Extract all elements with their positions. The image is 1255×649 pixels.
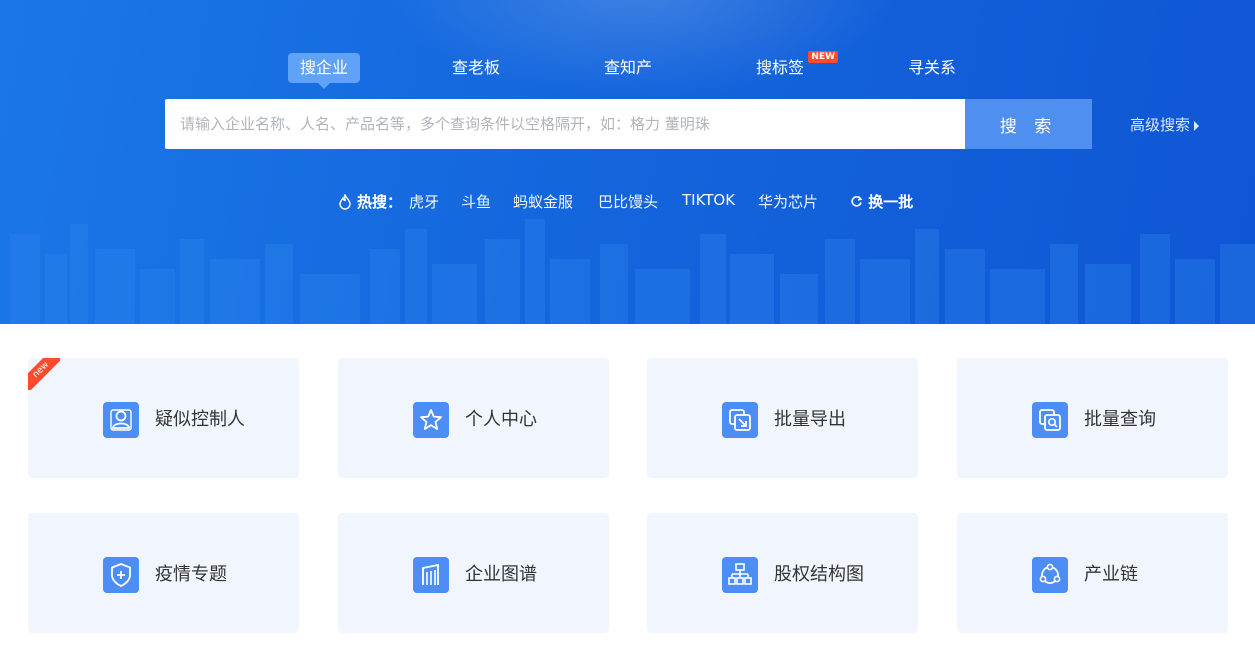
search-category-tabs: 搜企业 查老板 查知产 搜标签 NEW 寻关系 bbox=[0, 51, 1255, 89]
hero-glow bbox=[380, 0, 900, 100]
feature-label: 企业图谱 bbox=[465, 564, 537, 585]
hero-banner: 搜企业 查老板 查知产 搜标签 NEW 寻关系 搜 索 高级搜索 热搜： 虎牙 … bbox=[0, 0, 1255, 324]
fire-icon bbox=[339, 194, 351, 210]
feature-label: 疑似控制人 bbox=[155, 409, 245, 430]
feature-card-equity-structure[interactable]: 股权结构图 bbox=[647, 513, 918, 633]
feature-label: 批量导出 bbox=[774, 409, 846, 430]
export-icon bbox=[722, 402, 758, 438]
refresh-icon bbox=[851, 195, 863, 207]
city-skyline-image bbox=[10, 219, 1255, 324]
hot-item[interactable]: 虎牙 bbox=[409, 191, 439, 212]
feature-label: 批量查询 bbox=[1084, 409, 1156, 430]
cycle-icon bbox=[1032, 557, 1068, 593]
tab-ip[interactable]: 查知产 bbox=[592, 53, 664, 83]
new-ribbon: new bbox=[28, 358, 60, 390]
feature-card-batch-export[interactable]: 批量导出 bbox=[647, 358, 918, 478]
tab-boss[interactable]: 查老板 bbox=[440, 53, 512, 83]
tab-tag-label: 搜标签 bbox=[756, 58, 805, 77]
building-icon bbox=[413, 557, 449, 593]
advanced-search-label: 高级搜索 bbox=[1130, 116, 1191, 134]
feature-card-enterprise-graph[interactable]: 企业图谱 bbox=[338, 513, 609, 633]
feature-card-suspected-controller[interactable]: new 疑似控制人 bbox=[28, 358, 299, 478]
search-input[interactable] bbox=[165, 99, 995, 149]
feature-label: 疫情专题 bbox=[155, 564, 227, 585]
hot-item[interactable]: TIKTOK bbox=[682, 191, 735, 209]
feature-card-industry-chain[interactable]: 产业链 bbox=[957, 513, 1228, 633]
star-icon bbox=[413, 402, 449, 438]
caret-right-icon bbox=[1194, 120, 1200, 131]
tab-tag[interactable]: 搜标签 NEW bbox=[744, 51, 839, 83]
hot-item[interactable]: 巴比馒头 bbox=[598, 191, 658, 212]
hot-item[interactable]: 蚂蚁金服 bbox=[513, 191, 573, 212]
feature-card-batch-search[interactable]: 批量查询 bbox=[957, 358, 1228, 478]
refresh-button[interactable]: 换一批 bbox=[850, 191, 913, 212]
shield-plus-icon bbox=[103, 557, 139, 593]
feature-label: 个人中心 bbox=[465, 409, 537, 430]
feature-label: 股权结构图 bbox=[774, 564, 864, 585]
feature-label: 产业链 bbox=[1084, 564, 1138, 585]
tab-relation[interactable]: 寻关系 bbox=[896, 53, 968, 83]
hot-item[interactable]: 斗鱼 bbox=[461, 191, 491, 212]
feature-card-epidemic[interactable]: 疫情专题 bbox=[28, 513, 299, 633]
hot-item[interactable]: 华为芯片 bbox=[758, 191, 818, 212]
person-icon bbox=[103, 402, 139, 438]
batch-search-icon bbox=[1032, 402, 1068, 438]
tab-company[interactable]: 搜企业 bbox=[288, 53, 361, 89]
advanced-search-link[interactable]: 高级搜索 bbox=[1130, 114, 1200, 135]
new-badge: NEW bbox=[808, 51, 839, 63]
refresh-label: 换一批 bbox=[868, 193, 914, 211]
feature-card-personal-center[interactable]: 个人中心 bbox=[338, 358, 609, 478]
search-button[interactable]: 搜 索 bbox=[965, 99, 1092, 149]
org-chart-icon bbox=[722, 557, 758, 593]
hot-search-label: 热搜： bbox=[357, 193, 403, 211]
search-bar: 搜 索 bbox=[165, 99, 1092, 149]
